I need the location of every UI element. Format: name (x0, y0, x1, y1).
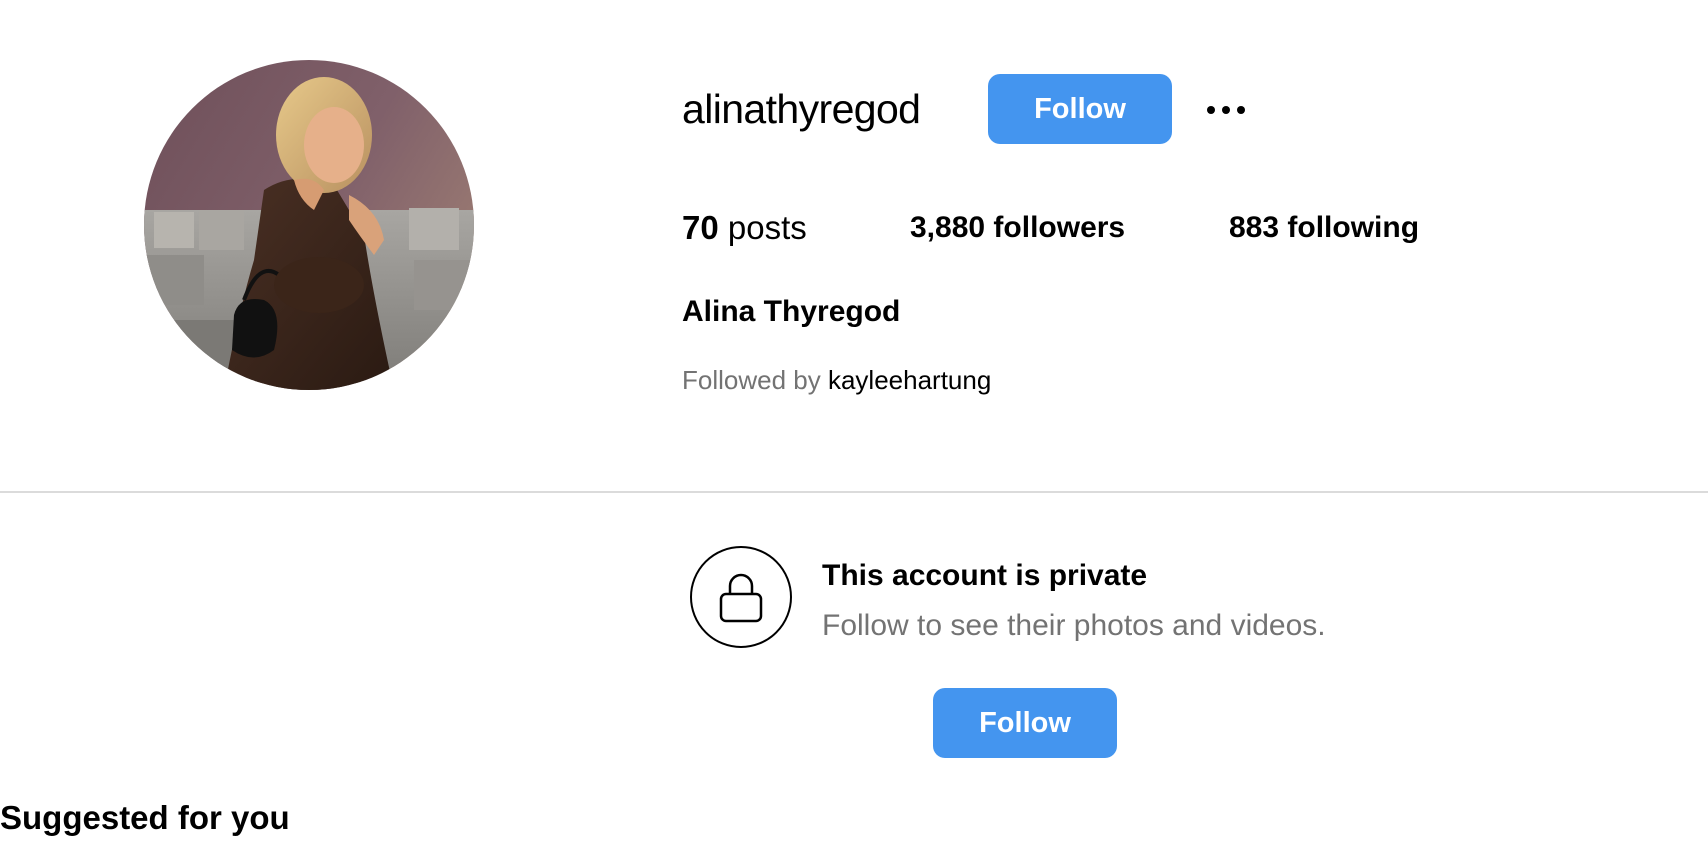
private-account-subtitle: Follow to see their photos and videos. (822, 609, 1326, 642)
profile-avatar[interactable] (144, 60, 474, 390)
follow-button[interactable]: Follow (988, 74, 1172, 144)
followers-label: followers (993, 211, 1126, 244)
lock-icon-circle (690, 546, 792, 648)
followed-by: Followed by kayleehartung (682, 363, 991, 397)
profile-page: alinathyregod Follow 70 posts 3,880 foll… (0, 0, 1708, 842)
profile-full-name: Alina Thyregod (682, 295, 901, 328)
stat-posts: 70 posts (682, 206, 807, 250)
avatar-image (144, 60, 474, 390)
stat-following[interactable]: 883 following (1229, 206, 1419, 250)
suggested-for-you-heading: Suggested for you (0, 799, 290, 836)
profile-username: alinathyregod (682, 86, 921, 132)
posts-count: 70 (682, 209, 719, 246)
more-horizontal-icon-dot (1222, 106, 1230, 114)
private-account-title: This account is private (822, 559, 1148, 592)
followed-by-user-link[interactable]: kayleehartung (828, 365, 991, 395)
more-horizontal-icon (1207, 106, 1215, 114)
section-divider (0, 491, 1708, 493)
followed-by-prefix: Followed by (682, 365, 821, 395)
more-options-button[interactable] (1196, 90, 1256, 130)
stat-followers[interactable]: 3,880 followers (910, 206, 1125, 250)
following-count: 883 (1229, 211, 1280, 244)
follow-button-private[interactable]: Follow (933, 688, 1117, 758)
posts-label: posts (727, 209, 807, 246)
more-horizontal-icon-dot (1237, 106, 1245, 114)
followers-count: 3,880 (910, 211, 986, 244)
following-label: following (1287, 211, 1420, 244)
lock-icon (719, 573, 763, 623)
